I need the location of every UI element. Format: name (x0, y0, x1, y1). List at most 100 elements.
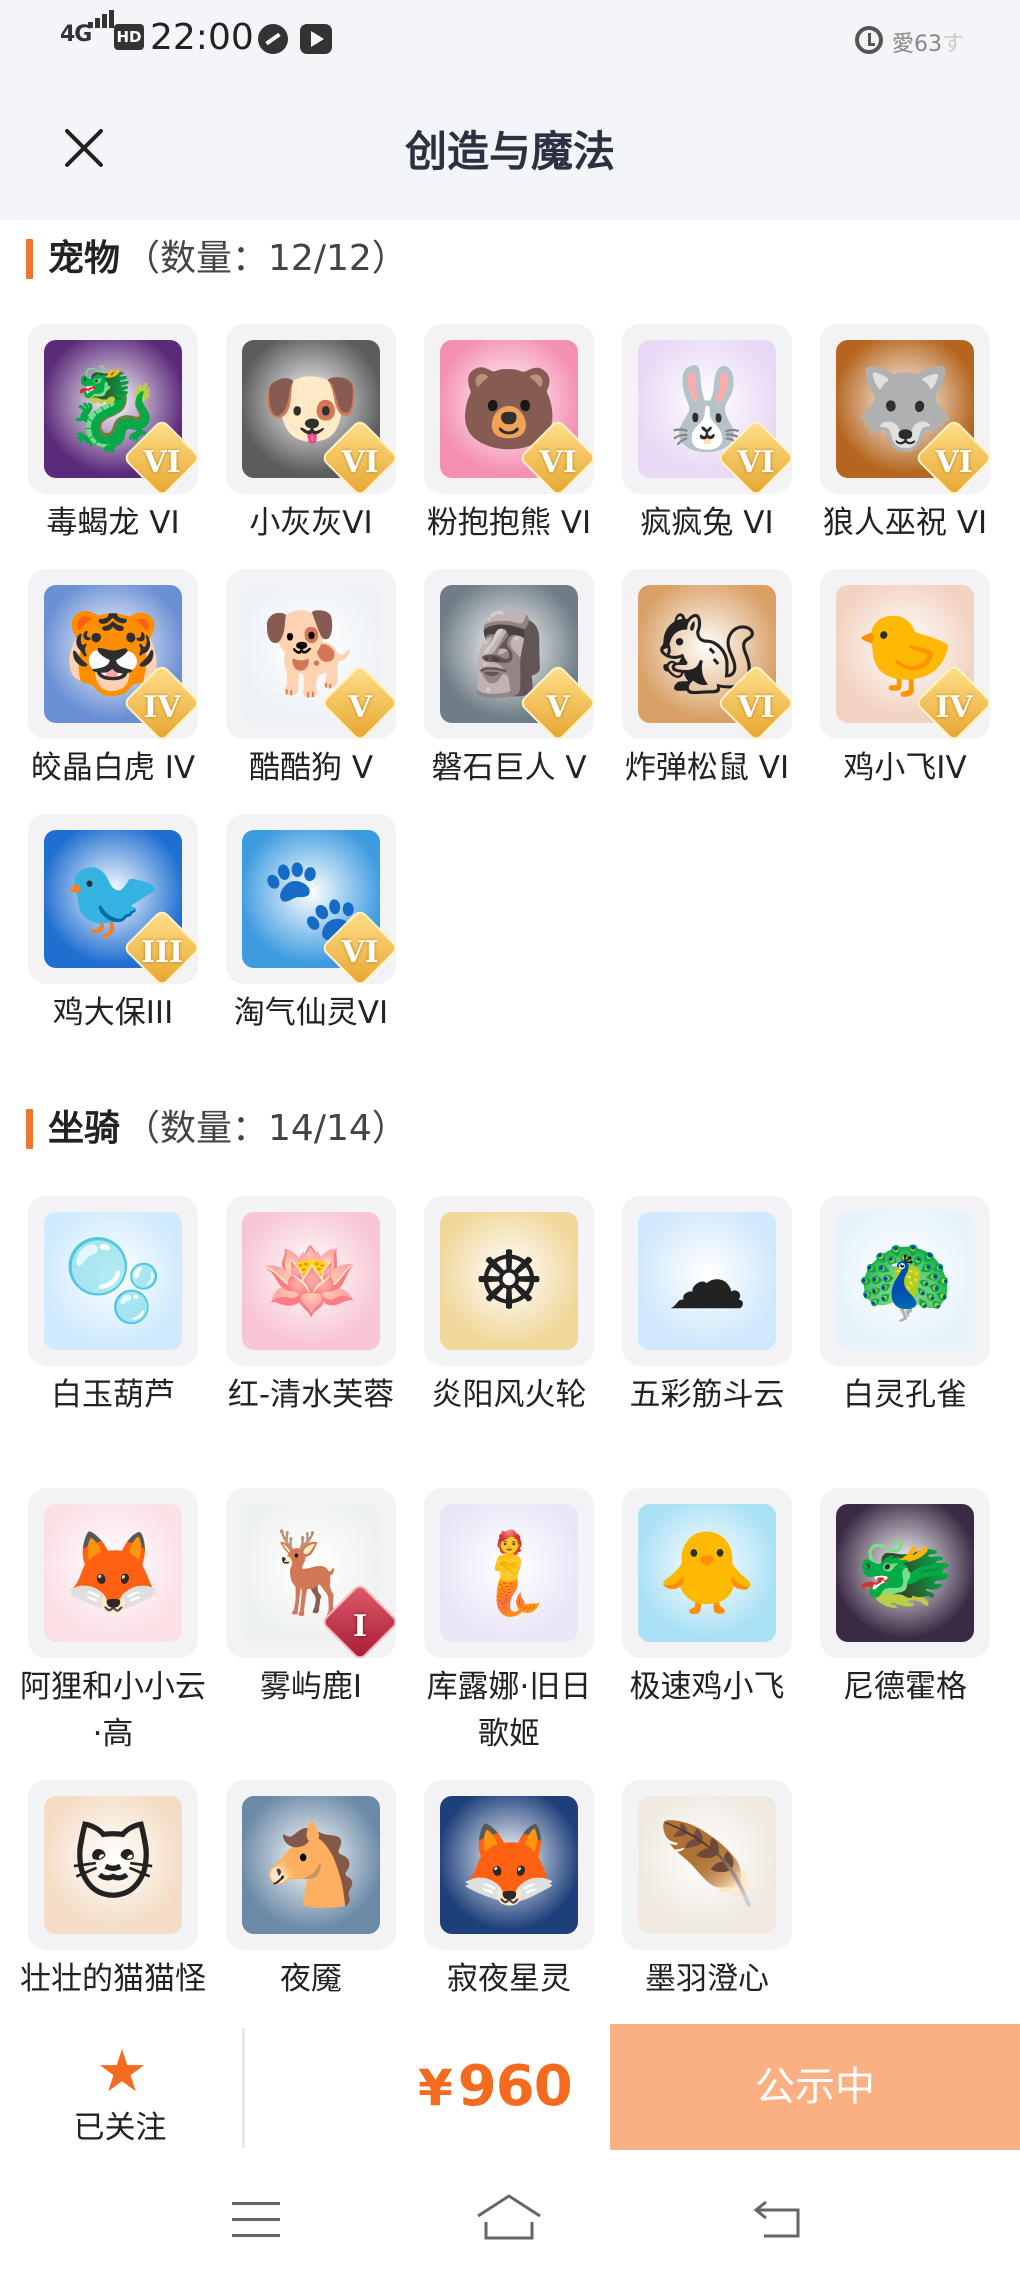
pets-name: 疯疯兔 VI (640, 505, 774, 541)
mounts-image: 🦊 (44, 1504, 182, 1642)
pets-thumbnail[interactable]: 🐦 III (28, 814, 198, 984)
mounts-glyph-icon: 🦊 (63, 1526, 163, 1619)
mounts-image: 🧜 (440, 1504, 578, 1642)
pets-name: 淘气仙灵VI (233, 995, 389, 1031)
mounts-name: 库露娜·旧日歌姬 (426, 1669, 592, 1752)
mounts-glyph-icon: ☁ (667, 1234, 747, 1327)
pets-thumbnail[interactable]: 🐉 VI (28, 324, 198, 494)
mounts-image: 🪷 (242, 1212, 380, 1350)
mounts-glyph-icon: 🫧 (63, 1234, 163, 1327)
video-notification-icon (300, 24, 332, 54)
pets-thumbnail[interactable]: 🐕 V (226, 569, 396, 739)
pets-thumbnail[interactable]: 🐿 VI (622, 569, 792, 739)
mounts-image: 🐴 (242, 1796, 380, 1934)
pets-name: 小灰灰VI (249, 505, 373, 541)
menu-icon[interactable] (232, 2202, 280, 2238)
mounts-glyph-icon: 🐱 (71, 1818, 155, 1911)
mounts-image: ☸ (440, 1212, 578, 1350)
rank-badge-label: IV (143, 690, 181, 725)
mounts-thumbnail[interactable]: 🐥 (622, 1488, 792, 1658)
pets-thumbnail[interactable]: 🐤 IV (820, 569, 990, 739)
mounts-thumbnail[interactable]: 🧜 (424, 1488, 594, 1658)
mounts-glyph-icon: 🐴 (261, 1818, 361, 1911)
mounts-thumbnail[interactable]: 🦊 (424, 1780, 594, 1950)
mounts-thumbnail[interactable]: 🫧 (28, 1196, 198, 1366)
mounts-glyph-icon: 🦊 (459, 1818, 559, 1911)
mounts-image: 🦊 (440, 1796, 578, 1934)
status-right-text: 愛63す (892, 32, 965, 57)
mounts-image: 🫧 (44, 1212, 182, 1350)
mounts-glyph-icon: 🪷 (261, 1234, 361, 1327)
rank-badge-label: III (140, 935, 184, 970)
pets-thumbnail[interactable]: 🐻 VI (424, 324, 594, 494)
top-band: 4G HD 22:00 愛63す 创造与魔法 (0, 0, 1020, 220)
app-notification-icon (258, 24, 288, 54)
mounts-thumbnail[interactable]: 🪶 (622, 1780, 792, 1950)
mounts-thumbnail[interactable]: 🦌 I (226, 1488, 396, 1658)
rank-badge-label: VI (341, 445, 379, 480)
rank-badge-label: V (348, 690, 372, 725)
mounts-name: 雾屿鹿I (259, 1669, 363, 1705)
back-icon[interactable] (752, 2196, 804, 2240)
mounts-thumbnail[interactable]: ☸ (424, 1196, 594, 1366)
pets-name: 磐石巨人 V (431, 750, 587, 786)
pets-name: 狼人巫祝 VI (822, 505, 988, 541)
pets-name: 酷酷狗 V (248, 750, 374, 786)
pets-name: 毒蝎龙 VI (46, 505, 180, 541)
rank-badge-label: VI (539, 445, 577, 480)
page-title: 创造与魔法 (404, 127, 615, 176)
mounts-name: 壮壮的猫猫怪 (20, 1961, 206, 1997)
mounts-thumbnail[interactable]: 🪷 (226, 1196, 396, 1366)
pets-thumbnail[interactable]: 🐶 VI (226, 324, 396, 494)
rank-badge-label: VI (737, 445, 775, 480)
mounts-name: 寂夜星灵 (447, 1961, 571, 1997)
follow-button[interactable]: ★ 已关注 (40, 2042, 200, 2146)
mounts-image: 🐱 (44, 1796, 182, 1934)
publicity-status-button[interactable]: 公示中 (610, 2024, 1020, 2150)
price: ¥960 (418, 2054, 573, 2119)
bottom-action-bar: ★ 已关注 ¥960 公示中 (0, 2018, 1020, 2150)
mounts-name: 墨羽澄心 (645, 1961, 769, 1997)
status-bar: 4G HD 22:00 愛63す (0, 0, 1020, 80)
mounts-name: 白灵孔雀 (843, 1377, 967, 1413)
pets-name: 鸡大保III (52, 995, 174, 1031)
status-time: 22:00 (150, 17, 254, 58)
rank-badge-label: VI (935, 445, 973, 480)
pets-thumbnail[interactable]: 🐺 VI (820, 324, 990, 494)
mounts-glyph-icon: 🦚 (855, 1234, 955, 1327)
mounts-glyph-icon: ☸ (473, 1234, 545, 1327)
pets-section-title: 宠物 （数量：12/12） (26, 236, 408, 282)
mounts-thumbnail[interactable]: 🦊 (28, 1488, 198, 1658)
mounts-image: 🦚 (836, 1212, 974, 1350)
alarm-icon (855, 26, 883, 54)
mounts-name: 夜魇 (280, 1961, 342, 1997)
mounts-name: 五彩筋斗云 (629, 1377, 785, 1413)
pets-thumbnail[interactable]: 🗿 V (424, 569, 594, 739)
rank-badge-label: V (546, 690, 570, 725)
pets-name: 皎晶白虎 IV (30, 750, 196, 786)
mounts-image: 🐥 (638, 1504, 776, 1642)
mounts-name: 极速鸡小飞 (629, 1669, 785, 1705)
mounts-thumbnail[interactable]: 🐴 (226, 1780, 396, 1950)
rank-badge-label: VI (341, 935, 379, 970)
home-icon[interactable] (474, 2192, 544, 2244)
rank-badge-label: VI (143, 445, 181, 480)
mounts-name: 炎阳风火轮 (431, 1377, 587, 1413)
pets-thumbnail[interactable]: 🐰 VI (622, 324, 792, 494)
pets-name: 炸弹松鼠 VI (624, 750, 790, 786)
mounts-thumbnail[interactable]: 🐱 (28, 1780, 198, 1950)
hd-icon: HD (114, 24, 144, 50)
rank-badge-label: VI (737, 690, 775, 725)
pets-thumbnail[interactable]: 🐾 VI (226, 814, 396, 984)
system-nav-bar (0, 2150, 1020, 2274)
mounts-image: 🪶 (638, 1796, 776, 1934)
mounts-section-title: 坐骑 （数量：14/14） (26, 1106, 408, 1152)
mounts-glyph-icon: 🪶 (657, 1818, 757, 1911)
mounts-thumbnail[interactable]: ☁ (622, 1196, 792, 1366)
divider (242, 2028, 245, 2148)
pets-thumbnail[interactable]: 🐯 IV (28, 569, 198, 739)
pets-name: 鸡小飞IV (843, 750, 967, 786)
rank-badge-label: IV (935, 690, 973, 725)
mounts-thumbnail[interactable]: 🦚 (820, 1196, 990, 1366)
mounts-thumbnail[interactable]: 🐲 (820, 1488, 990, 1658)
